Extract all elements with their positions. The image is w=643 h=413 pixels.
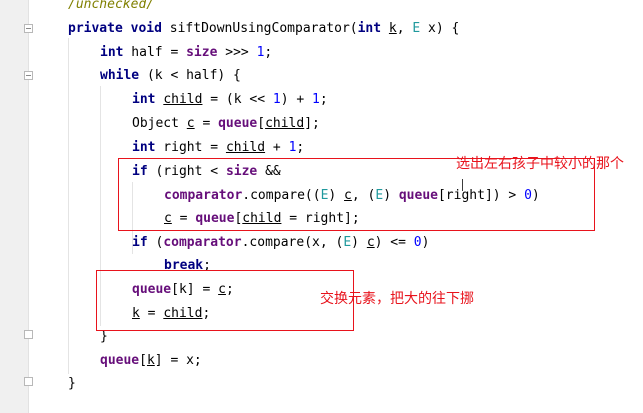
annotation-note-select: 选出左右孩子中较小的那个 — [456, 156, 624, 172]
code-line-right: int right = child + 1; — [132, 140, 305, 155]
code-line-close-method: } — [68, 376, 76, 391]
editor-gutter — [0, 0, 29, 413]
code-line-if-compare: if (comparator.compare(x, (E) c) <= 0) — [132, 235, 430, 250]
annotation-note-swap: 交换元素，把大的往下挪 — [320, 291, 474, 307]
fold-toggle-while[interactable] — [24, 71, 33, 80]
fold-toggle-method[interactable] — [24, 24, 33, 33]
code-line-comment: /unchecked/ — [68, 0, 155, 12]
code-line-while: while (k < half) { — [100, 68, 241, 83]
code-line-queue-x: queue[k] = x; — [100, 353, 202, 368]
code-line-object: Object c = queue[child]; — [132, 116, 320, 131]
annotation-box-swap — [96, 270, 354, 331]
code-line-signature: private void siftDownUsingComparator(int… — [68, 21, 460, 36]
fold-end-while[interactable] — [24, 330, 33, 339]
code-line-child: int child = (k << 1) + 1; — [132, 92, 328, 107]
indent-guide — [68, 38, 69, 374]
fold-end-method[interactable] — [24, 377, 33, 386]
code-line-half: int half = size >>> 1; — [100, 45, 273, 60]
